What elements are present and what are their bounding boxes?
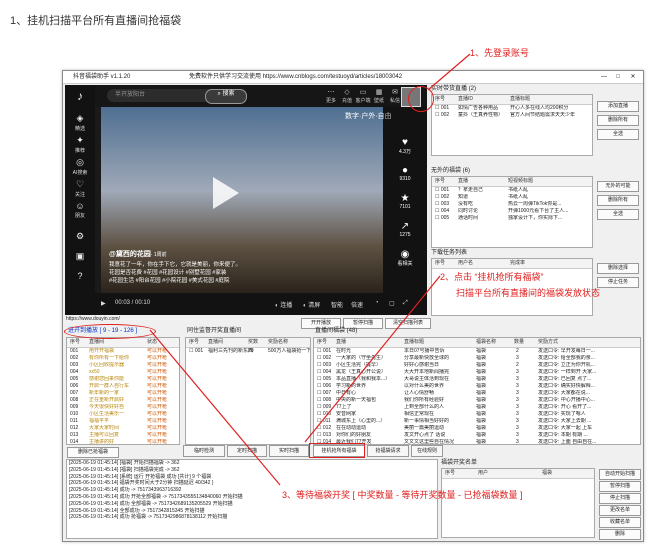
annotation-progress-circle [64, 324, 156, 339]
annotation-arrows [149, 53, 471, 486]
annotation-step2-detail: 扫描平台所有直播间的福袋发放状态 [456, 288, 601, 298]
annotation-tab-box [309, 443, 365, 458]
annotation-step3: 3、等待福袋开奖 [ 中奖数量 - 等待开奖数量 - 已抢福袋数量 ] [282, 490, 523, 500]
annotation-step2: 2、点击 “挂机抢所有福袋” [440, 272, 544, 282]
annotation-avatar-circle [408, 86, 434, 112]
